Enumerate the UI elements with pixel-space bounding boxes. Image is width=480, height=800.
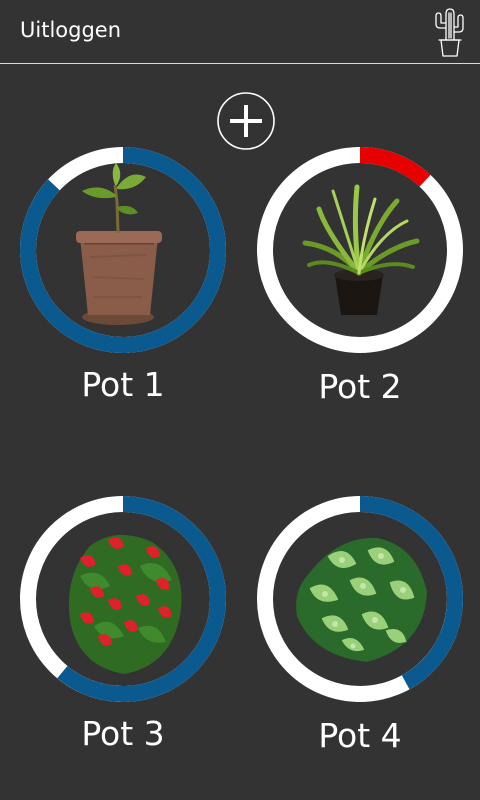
- ring-track: [257, 147, 463, 353]
- top-bar: Uitloggen: [0, 0, 480, 64]
- pot-ring: [20, 496, 226, 702]
- pot-label: Pot 2: [318, 367, 402, 406]
- plant-image: [296, 537, 427, 662]
- plus-circle-icon: [217, 92, 275, 150]
- cactus-pot-icon[interactable]: [428, 4, 470, 60]
- pot-ring: [20, 147, 226, 353]
- plant-image: [68, 534, 182, 674]
- pot-label: Pot 4: [318, 716, 402, 755]
- plant-image: [302, 184, 420, 315]
- pot-card-2[interactable]: Pot 2: [257, 147, 463, 406]
- pot-card-3[interactable]: Pot 3: [20, 496, 226, 753]
- pot-ring: [257, 496, 463, 702]
- add-pot-button[interactable]: [217, 92, 275, 150]
- plant-image: [76, 163, 162, 325]
- pot-card-4[interactable]: Pot 4: [257, 496, 463, 755]
- header-divider: [0, 63, 480, 64]
- pot-label: Pot 3: [81, 714, 165, 753]
- pot-card-1[interactable]: Pot 1: [20, 147, 226, 404]
- pot-label: Pot 1: [81, 365, 165, 404]
- pot-ring: [257, 147, 463, 353]
- logout-button[interactable]: Uitloggen: [20, 18, 121, 42]
